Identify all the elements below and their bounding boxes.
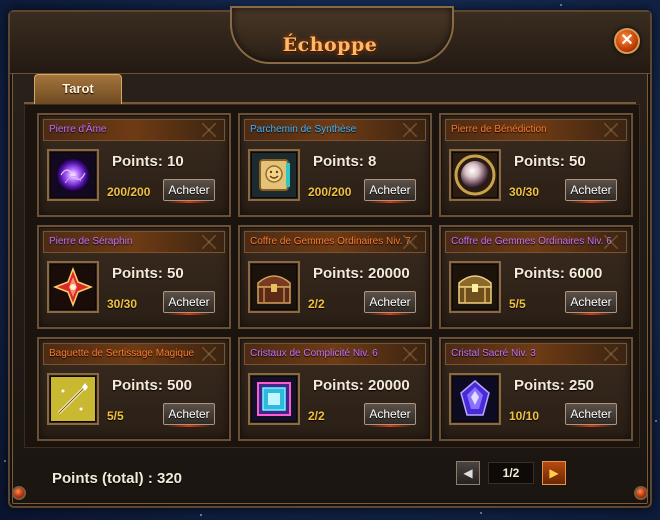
total-points: Points (total) : 320: [52, 470, 183, 487]
next-page-button[interactable]: ▶: [542, 461, 566, 485]
page-indicator: 1/2: [488, 462, 534, 484]
item-header: Baguette de Sertissage Magique: [43, 343, 225, 365]
shop-item-card: Coffre de Gemmes Ordinaires Niv. 6 Point…: [439, 225, 633, 329]
item-name: Pierre d'Âme: [49, 124, 107, 135]
item-header: Pierre d'Âme: [43, 119, 225, 141]
scroll-icon[interactable]: [248, 149, 300, 201]
shop-item-card: Cristaux de Complicité Niv. 6 Points: 20…: [238, 337, 432, 441]
wand-icon[interactable]: [47, 373, 99, 425]
item-points: Points: 6000: [514, 265, 603, 282]
shop-content: Pierre d'Âme Points: 10 200/200 Acheter: [24, 104, 640, 448]
item-points: Points: 20000: [313, 377, 410, 394]
sacred-crystal-icon[interactable]: [449, 373, 501, 425]
item-stock: 200/200: [107, 185, 151, 199]
chest-icon[interactable]: [248, 261, 300, 313]
shop-window: Échoppe ✕ Tarot Pierre d'Âme Points: 10 …: [8, 6, 652, 508]
shop-footer: Points (total) : 320 ◀ 1/2 ▶: [10, 448, 650, 508]
corner-gem-decoration: [12, 486, 26, 500]
seraph-gem-icon[interactable]: [47, 261, 99, 313]
arrow-right-icon: ▶: [549, 466, 559, 480]
item-name: Cristaux de Complicité Niv. 6: [250, 348, 378, 359]
buy-button[interactable]: Acheter: [364, 403, 416, 427]
item-header: Pierre de Bénédiction: [445, 119, 627, 141]
shop-item-card: Parchemin de Synthèse Points: 8 200/200 …: [238, 113, 432, 217]
shop-item-card: Cristal Sacré Niv. 3 Points: 250 10/10 A…: [439, 337, 633, 441]
item-header: Cristaux de Complicité Niv. 6: [244, 343, 426, 365]
item-points: Points: 50: [514, 153, 586, 170]
shop-item-card: Pierre de Séraphin Points: 50 30/30 Ache…: [37, 225, 231, 329]
buy-button[interactable]: Acheter: [163, 291, 215, 315]
item-stock: 5/5: [107, 409, 124, 423]
item-stock: 2/2: [308, 409, 325, 423]
item-name: Coffre de Gemmes Ordinaires Niv. 6: [451, 236, 612, 247]
arrow-left-icon: ◀: [463, 466, 473, 480]
tab-tarot[interactable]: Tarot: [34, 74, 122, 104]
crystal-square-icon[interactable]: [248, 373, 300, 425]
shop-item-card: Pierre d'Âme Points: 10 200/200 Acheter: [37, 113, 231, 217]
soul-stone-icon[interactable]: [47, 149, 99, 201]
prev-page-button[interactable]: ◀: [456, 461, 480, 485]
item-stock: 30/30: [107, 297, 138, 311]
buy-button[interactable]: Acheter: [163, 179, 215, 203]
item-header: Coffre de Gemmes Ordinaires Niv. 7: [244, 231, 426, 253]
buy-button[interactable]: Acheter: [565, 403, 617, 427]
close-icon: ✕: [620, 32, 634, 49]
chest-gold-icon[interactable]: [449, 261, 501, 313]
shop-item-card: Pierre de Bénédiction Points: 50 30/30 A…: [439, 113, 633, 217]
item-header: Coffre de Gemmes Ordinaires Niv. 6: [445, 231, 627, 253]
item-points: Points: 500: [112, 377, 193, 394]
pearl-icon[interactable]: [449, 149, 501, 201]
item-stock: 30/30: [509, 185, 540, 199]
item-name: Coffre de Gemmes Ordinaires Niv. 7: [250, 236, 411, 247]
buy-button[interactable]: Acheter: [163, 403, 215, 427]
item-name: Baguette de Sertissage Magique: [49, 348, 195, 359]
item-stock: 10/10: [509, 409, 540, 423]
buy-button[interactable]: Acheter: [364, 291, 416, 315]
shop-item-card: Baguette de Sertissage Magique Points: 5…: [37, 337, 231, 441]
item-name: Cristal Sacré Niv. 3: [451, 348, 536, 359]
item-name: Pierre de Séraphin: [49, 236, 133, 247]
close-button[interactable]: ✕: [614, 28, 640, 54]
item-name: Pierre de Bénédiction: [451, 124, 547, 135]
item-header: Parchemin de Synthèse: [244, 119, 426, 141]
corner-gem-decoration: [634, 486, 648, 500]
title-bar: Échoppe ✕: [10, 6, 650, 74]
item-points: Points: 20000: [313, 265, 410, 282]
item-points: Points: 8: [313, 153, 377, 170]
item-points: Points: 250: [514, 377, 595, 394]
tab-strip: Tarot: [24, 74, 636, 104]
item-grid: Pierre d'Âme Points: 10 200/200 Acheter: [37, 113, 633, 441]
item-header: Pierre de Séraphin: [43, 231, 225, 253]
item-stock: 2/2: [308, 297, 325, 311]
item-stock: 5/5: [509, 297, 526, 311]
window-title: Échoppe: [282, 34, 378, 56]
buy-button[interactable]: Acheter: [565, 179, 617, 203]
item-points: Points: 50: [112, 265, 184, 282]
item-header: Cristal Sacré Niv. 3: [445, 343, 627, 365]
buy-button[interactable]: Acheter: [364, 179, 416, 203]
shop-item-card: Coffre de Gemmes Ordinaires Niv. 7 Point…: [238, 225, 432, 329]
item-stock: 200/200: [308, 185, 352, 199]
buy-button[interactable]: Acheter: [565, 291, 617, 315]
item-name: Parchemin de Synthèse: [250, 124, 357, 135]
item-points: Points: 10: [112, 153, 184, 170]
